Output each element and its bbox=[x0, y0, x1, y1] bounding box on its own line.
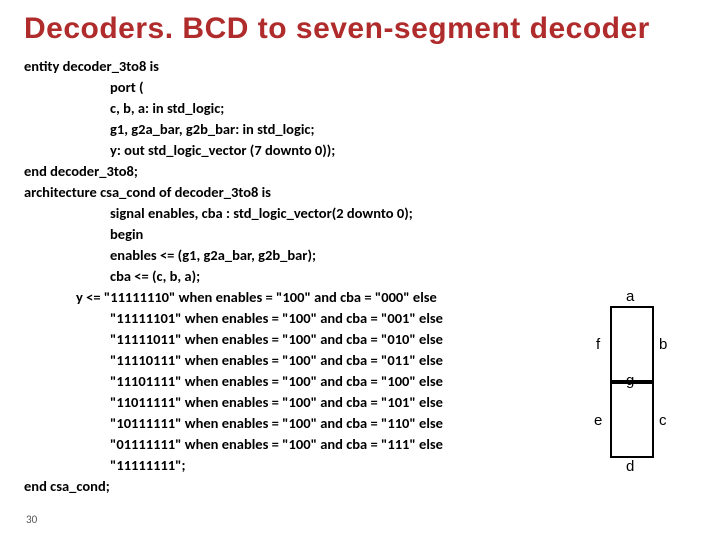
segment-label-a: a bbox=[626, 288, 634, 305]
code-line: y: out std_logic_vector (7 downto 0)); bbox=[24, 140, 702, 161]
code-line: signal enables, cba : std_logic_vector(2… bbox=[24, 203, 702, 224]
code-line: port ( bbox=[24, 77, 702, 98]
code-line: enables <= (g1, g2a_bar, g2b_bar); bbox=[24, 245, 702, 266]
code-line: architecture csa_cond of decoder_3to8 is bbox=[24, 182, 702, 203]
code-line: end decoder_3to8; bbox=[24, 161, 702, 182]
segment-label-g: g bbox=[626, 372, 634, 389]
segment-label-e: e bbox=[594, 412, 602, 429]
segment-label-c: c bbox=[659, 412, 667, 429]
segment-upper-rect bbox=[610, 306, 654, 382]
seven-segment-diagram: a b c d e f g bbox=[592, 300, 692, 480]
segment-label-d: d bbox=[626, 458, 634, 475]
code-line: entity decoder_3to8 is bbox=[24, 56, 702, 77]
slide: Decoders. BCD to seven-segment decoder e… bbox=[0, 0, 720, 540]
code-line: c, b, a: in std_logic; bbox=[24, 98, 702, 119]
slide-number: 30 bbox=[26, 513, 37, 526]
segment-label-f: f bbox=[596, 336, 600, 353]
segment-lower-rect bbox=[610, 382, 654, 458]
code-line: cba <= (c, b, a); bbox=[24, 266, 702, 287]
code-line: g1, g2a_bar, g2b_bar: in std_logic; bbox=[24, 119, 702, 140]
code-line: begin bbox=[24, 224, 702, 245]
slide-title: Decoders. BCD to seven-segment decoder bbox=[24, 12, 702, 46]
segment-label-b: b bbox=[659, 336, 667, 353]
